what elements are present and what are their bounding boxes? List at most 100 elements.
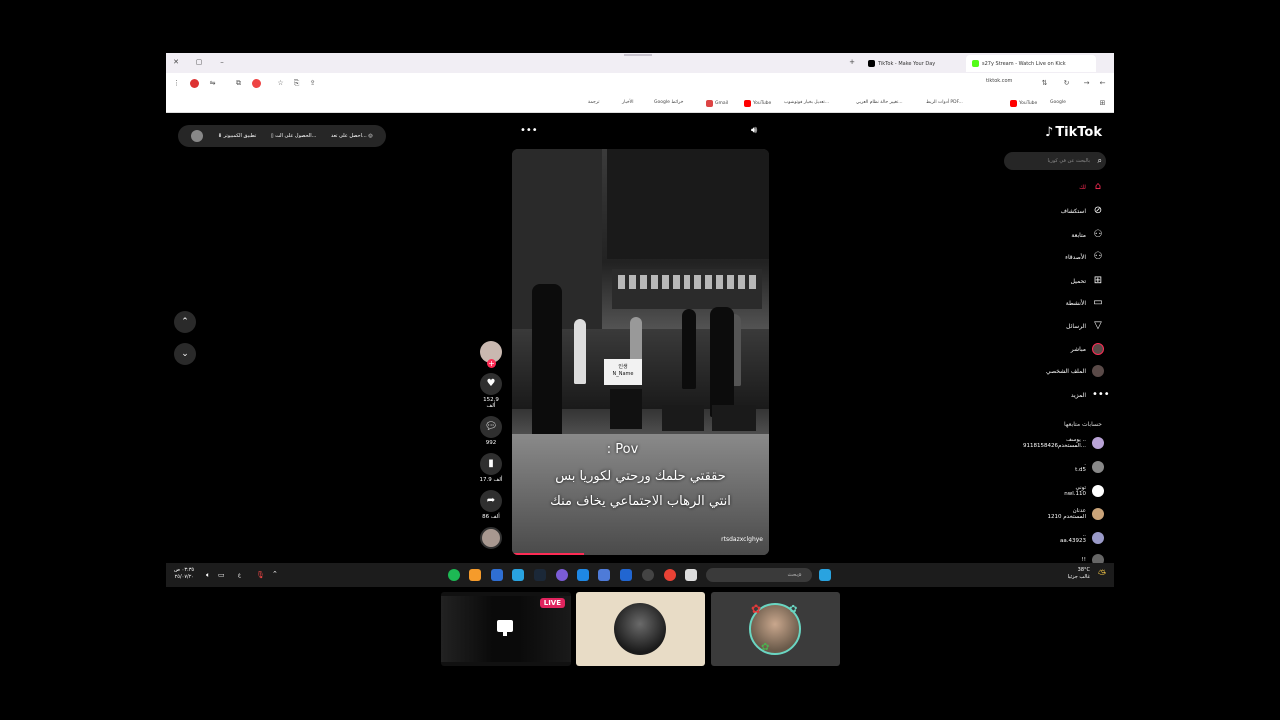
participant-tile-1[interactable]	[576, 592, 705, 666]
desktop-app-link[interactable]: ⬇ تطبيق الكمبيوتر	[218, 133, 256, 139]
language-indicator[interactable]: ع	[238, 572, 241, 578]
obs-icon[interactable]	[642, 569, 654, 581]
bookmark-label: ترجمة	[588, 100, 600, 105]
bookmark-maps[interactable]: Google خرائط	[654, 100, 683, 105]
steam-icon[interactable]	[534, 569, 546, 581]
bookmark-google[interactable]: Google	[1050, 100, 1066, 105]
search-icon: ⌕	[798, 571, 802, 579]
bookmark-translate[interactable]: ترجمة	[588, 100, 600, 105]
sidebar-item-profile[interactable]: الملف الشخصي ●	[1046, 364, 1104, 378]
bookmark-label: YouTube	[753, 101, 772, 106]
share-icon[interactable]: ⇪	[308, 79, 317, 88]
sidebar-item-friends[interactable]: الأصدقاء ⚇	[1065, 250, 1104, 264]
share-button[interactable]: ➦	[480, 490, 502, 512]
tab-kick[interactable]: s27y Stream - Watch Live on Kick	[966, 55, 1096, 72]
app-blue-icon[interactable]	[620, 569, 632, 581]
flower-decoration-icon: ✿	[761, 642, 770, 653]
bookmark-system[interactable]: تغيير حالة نظام العربي...	[856, 100, 903, 105]
puzzle-icon[interactable]: ⧉	[234, 79, 243, 88]
more-options-icon[interactable]: •••	[520, 125, 538, 136]
speaker-tray-icon[interactable]: 🔈︎	[206, 571, 210, 580]
followed-account[interactable]: يوسف .. المستخدم9118158426...	[1023, 437, 1104, 449]
site-settings-icon[interactable]: ⇅	[1040, 79, 1049, 88]
sidebar-item-activity[interactable]: الأنشطة ▭	[1066, 296, 1104, 310]
app-a-icon[interactable]	[469, 569, 481, 581]
sidebar-item-label: الأصدقاء	[1065, 253, 1086, 261]
video-player[interactable]: 인생 N_Name Pov : حققتي حلمك ورحتي لكوريا …	[512, 149, 769, 555]
video-progress-bar[interactable]	[512, 553, 584, 555]
extensions-icon[interactable]: ⇋	[208, 79, 217, 88]
weather-widget[interactable]: 38°C غالب جزئيا	[1068, 567, 1090, 581]
tiktok-logo[interactable]: ♪ TikTok	[1045, 125, 1102, 140]
followed-account[interactable]: عدنان المستخدم 1210	[1047, 508, 1104, 520]
search-input[interactable]: بالبحث عن في كوريا	[1004, 152, 1106, 170]
close-window-icon[interactable]: ✕	[171, 57, 181, 67]
sidebar-item-messages[interactable]: الرسائل ▽	[1066, 319, 1104, 333]
start-windows-icon[interactable]	[819, 569, 831, 581]
video-watermark: rtsdazxclghye	[721, 536, 763, 543]
chrome-icon[interactable]	[664, 569, 676, 581]
network-tray-icon[interactable]: ▭	[218, 571, 225, 579]
tab-tiktok[interactable]: TikTok - Make Your Day	[862, 55, 962, 72]
gmail-icon	[706, 100, 713, 107]
creator-avatar[interactable]: +	[480, 341, 502, 368]
sidebar-item-compass[interactable]: استكشاف ⊘	[1061, 204, 1104, 218]
back-icon[interactable]: ←	[1098, 79, 1107, 88]
snip-icon[interactable]	[512, 569, 524, 581]
followed-account[interactable]: .. aa.43923	[1060, 532, 1104, 544]
sidebar-item-following[interactable]: متابعة ⚇	[1071, 228, 1104, 242]
translate-icon[interactable]: ⎘	[292, 79, 301, 88]
menu-dots-icon[interactable]: ⋮	[172, 79, 181, 88]
restore-window-icon[interactable]: ▢	[194, 57, 204, 67]
bookmark-star-icon[interactable]: ☆	[276, 79, 285, 88]
user-avatar[interactable]	[191, 130, 204, 142]
sidebar-item-upload[interactable]: تحميل ⊞	[1071, 274, 1104, 288]
task-view-icon[interactable]	[685, 569, 697, 581]
clock[interactable]: ٠٣:٣٥ ص ٢٥/٠٧/٢٠	[174, 567, 194, 581]
get-coins-link[interactable]: احصل على تعد... ◎	[331, 133, 373, 139]
taskbar-search[interactable]: بحث	[706, 568, 812, 582]
discord-icon[interactable]	[556, 569, 568, 581]
bookmark-news[interactable]: الأخبار	[622, 100, 634, 105]
sound-disc-icon[interactable]	[480, 527, 502, 549]
microphone-tray-icon[interactable]: 🎙︎	[256, 571, 265, 579]
comment-button[interactable]: 💬︎	[480, 416, 502, 438]
minimize-window-icon[interactable]: –	[217, 57, 227, 67]
get-app-link[interactable]: ▯ الحصول على الت...	[271, 133, 317, 139]
bookmark-youtube[interactable]: YouTube	[1010, 100, 1037, 107]
next-video-button[interactable]: ⌄	[174, 343, 196, 365]
building-back	[607, 149, 769, 259]
bookmarks-bar: Google YouTube أدوات الربط PDF... تغيير …	[166, 95, 1114, 113]
reload-icon[interactable]: ↻	[1062, 79, 1071, 88]
store-icon[interactable]	[598, 569, 610, 581]
followed-account[interactable]: توني nwl.110	[1064, 485, 1104, 497]
new-tab-icon[interactable]: +	[847, 57, 857, 67]
sidebar-item-live[interactable]: مباشر ●	[1071, 342, 1104, 356]
bookmark-pdf[interactable]: أدوات الربط PDF...	[926, 100, 963, 105]
screen-share-tile[interactable]: LIVE	[441, 592, 571, 666]
sidebar-item-more[interactable]: المزيد •••	[1071, 388, 1110, 402]
profile-avatar-icon[interactable]	[190, 79, 199, 88]
follow-plus-icon[interactable]: +	[487, 359, 496, 368]
forward-icon[interactable]: →	[1082, 79, 1091, 88]
like-button[interactable]: ♥	[480, 373, 502, 395]
tray-overflow-icon[interactable]: ⌃	[272, 570, 278, 578]
compass-icon: ⊘	[1093, 205, 1103, 216]
search-icon[interactable]: ⌕	[1098, 156, 1102, 166]
volume-icon[interactable]: 🔊︎	[751, 125, 757, 136]
extension-red-icon[interactable]	[252, 79, 261, 88]
spotify-icon[interactable]	[448, 569, 460, 581]
bookmark-youtube-2[interactable]: YouTube	[744, 100, 771, 107]
address-bar[interactable]: tiktok.com	[986, 78, 1012, 84]
edge-icon[interactable]	[577, 569, 589, 581]
apps-grid-icon[interactable]: ⊞	[1098, 99, 1107, 108]
bookmark-gmail[interactable]: Gmail	[706, 100, 728, 107]
sidebar-item-home[interactable]: لك ⌂	[1079, 180, 1104, 194]
save-button[interactable]: ▮	[480, 453, 502, 475]
clock-date: ٢٥/٠٧/٢٠	[174, 574, 195, 580]
followed-account[interactable]: . t.d5	[1075, 461, 1104, 473]
bookmark-photoshop[interactable]: تعديل بخيار فوتوشوب...	[784, 100, 829, 105]
previous-video-button[interactable]: ⌃	[174, 311, 196, 333]
shield-icon[interactable]	[491, 569, 503, 581]
participant-tile-2[interactable]: ✿ ✿ ✿	[711, 592, 840, 666]
